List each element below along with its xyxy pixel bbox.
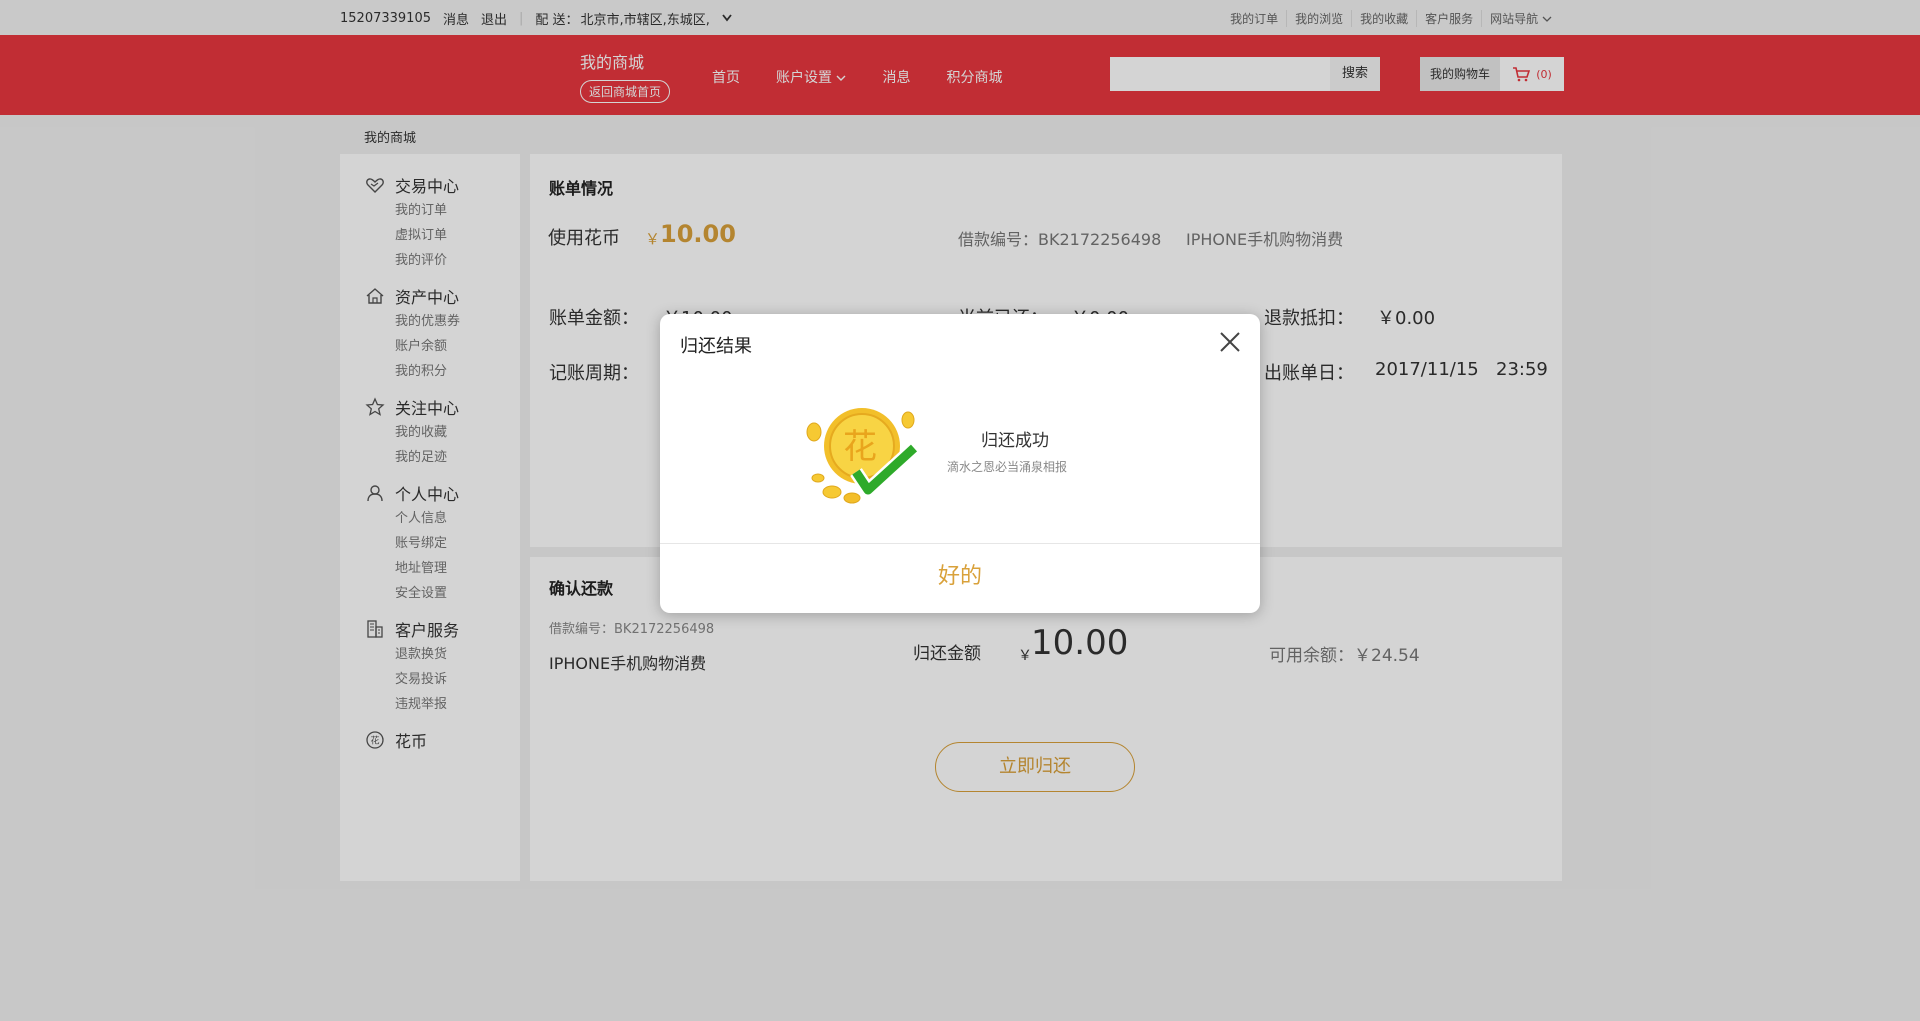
close-icon[interactable]: [1218, 330, 1242, 354]
coin-check-icon: 花: [800, 398, 924, 508]
result-modal: 归还结果 花 归还成功 滴水之恩必当涌泉相报 好的: [660, 314, 1260, 613]
ok-button[interactable]: 好的: [660, 544, 1260, 613]
modal-title: 归还结果: [680, 336, 752, 357]
success-subtitle: 滴水之恩必当涌泉相报: [947, 460, 1068, 474]
coin-character: 花: [843, 427, 877, 467]
success-text: 归还成功: [981, 431, 1049, 451]
